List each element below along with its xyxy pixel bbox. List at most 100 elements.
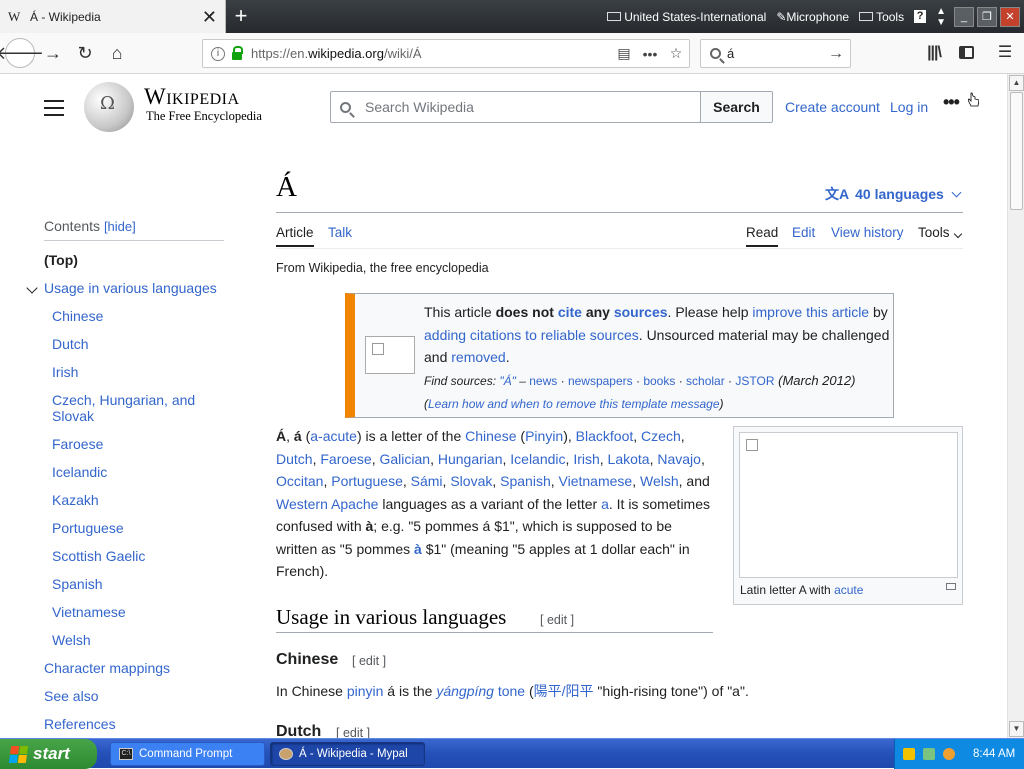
section-edit-link[interactable]: [ edit ]: [540, 613, 574, 627]
toc-item-see-also[interactable]: See also: [44, 688, 98, 704]
a-grave-link[interactable]: à: [414, 541, 422, 557]
lang-link-spanish[interactable]: Spanish: [500, 473, 551, 489]
forward-button[interactable]: →: [38, 38, 68, 68]
enlarge-icon[interactable]: [946, 583, 956, 590]
scroll-up-icon[interactable]: ▲: [1009, 75, 1024, 91]
search-go-icon[interactable]: →: [828, 45, 850, 63]
page-actions-icon[interactable]: •••: [637, 46, 663, 62]
lang-link-faroese[interactable]: Faroese: [320, 451, 371, 467]
adding-citations-link[interactable]: adding citations to reliable sources: [424, 327, 639, 343]
toc-hide-link[interactable]: [hide]: [104, 219, 136, 234]
wikipedia-globe-logo[interactable]: [84, 82, 134, 132]
wiki-search-box[interactable]: [330, 91, 701, 123]
toc-item-scottish-gaelic[interactable]: Scottish Gaelic: [52, 548, 145, 564]
lang-link-czech[interactable]: Czech: [641, 428, 681, 444]
bookmark-star-icon[interactable]: ☆: [663, 45, 689, 62]
start-button[interactable]: start: [0, 739, 97, 769]
info-icon[interactable]: i: [211, 46, 225, 61]
cite-link[interactable]: cite: [558, 304, 582, 320]
taskbar-mypal[interactable]: Á - Wikipedia - Mypal: [270, 742, 425, 766]
lang-link-irish[interactable]: Irish: [573, 451, 599, 467]
tools-button[interactable]: Tools: [859, 10, 904, 24]
search-tray-icon[interactable]: [943, 748, 955, 760]
lang-link-galician[interactable]: Galician: [380, 451, 431, 467]
reader-view-icon[interactable]: ▤: [611, 45, 637, 62]
toc-item-top[interactable]: (Top): [44, 252, 78, 268]
tab-close-icon[interactable]: ✕: [202, 8, 217, 26]
lang-link-slovak[interactable]: Slovak: [450, 473, 492, 489]
window-close-button[interactable]: ✕: [1000, 6, 1020, 27]
log-in-link[interactable]: Log in: [890, 99, 928, 115]
toc-item-welsh[interactable]: Welsh: [52, 632, 91, 648]
scroll-thumb[interactable]: [1010, 92, 1023, 210]
main-menu-icon[interactable]: [44, 100, 64, 121]
toc-item-irish[interactable]: Irish: [52, 364, 78, 380]
back-button[interactable]: 🡐: [0, 38, 44, 68]
lang-link-pinyin[interactable]: Pinyin: [525, 428, 563, 444]
language-selector[interactable]: 文A 40 languages: [825, 184, 962, 204]
chinese-characters-link[interactable]: 陽平/阳平: [534, 683, 594, 699]
news-link[interactable]: news: [529, 374, 557, 388]
tone-link[interactable]: tone: [498, 683, 525, 699]
minimize-button[interactable]: _: [954, 6, 974, 27]
pinyin-link[interactable]: pinyin: [347, 683, 384, 699]
toc-item-chinese[interactable]: Chinese: [52, 308, 103, 324]
improve-article-link[interactable]: improve this article: [752, 304, 869, 320]
toc-item-dutch[interactable]: Dutch: [52, 336, 89, 352]
chevron-down-icon[interactable]: [26, 282, 38, 294]
scholar-link[interactable]: scholar: [686, 374, 725, 388]
sources-link[interactable]: sources: [614, 304, 668, 320]
find-query-link[interactable]: "Á": [499, 374, 516, 388]
address-bar[interactable]: i https://en.wikipedia.org/wiki/Á ▤ ••• …: [202, 39, 690, 68]
lang-link-sami[interactable]: Sámi: [411, 473, 443, 489]
browser-tab-active[interactable]: W Á - Wikipedia ✕: [0, 0, 226, 33]
user-menu-more-icon[interactable]: •••: [943, 92, 960, 113]
home-button[interactable]: ⌂: [102, 38, 132, 68]
library-icon[interactable]: |||\: [922, 41, 946, 65]
toc-item-spanish[interactable]: Spanish: [52, 576, 103, 592]
subsection-edit-link-chinese[interactable]: [ edit ]: [352, 654, 386, 668]
url-text[interactable]: https://en.wikipedia.org/wiki/Á: [251, 46, 611, 61]
infobox-image[interactable]: [739, 432, 958, 578]
jstor-link[interactable]: JSTOR: [735, 374, 774, 388]
lang-link-icelandic[interactable]: Icelandic: [510, 451, 565, 467]
scroll-down-icon[interactable]: ▼: [1009, 721, 1024, 737]
wikipedia-wordmark[interactable]: Wikipedia: [144, 84, 240, 110]
browser-search-bar[interactable]: á →: [700, 39, 851, 68]
create-account-link[interactable]: Create account: [785, 99, 880, 115]
microphone-button[interactable]: ✎ Microphone: [776, 10, 849, 24]
sidebar-icon[interactable]: [954, 41, 978, 65]
lang-link-blackfoot[interactable]: Blackfoot: [576, 428, 634, 444]
menu-icon[interactable]: ☰: [993, 41, 1017, 65]
letter-a-link[interactable]: a: [601, 496, 609, 512]
toc-item-character-mappings[interactable]: Character mappings: [44, 660, 170, 676]
tab-edit[interactable]: Edit: [792, 225, 815, 240]
lang-link-chinese[interactable]: Chinese: [465, 428, 516, 444]
wiki-search-button[interactable]: Search: [700, 91, 773, 123]
lang-link-hungarian[interactable]: Hungarian: [438, 451, 503, 467]
lang-link-welsh[interactable]: Welsh: [640, 473, 679, 489]
taskbar-command-prompt[interactable]: C:\ Command Prompt: [110, 742, 265, 766]
toc-item-references[interactable]: References: [44, 716, 116, 732]
tab-article[interactable]: Article: [276, 225, 314, 247]
vertical-scrollbar[interactable]: ▲ ▼: [1007, 74, 1024, 738]
removed-link[interactable]: removed: [451, 349, 505, 365]
learn-remove-link[interactable]: Learn how and when to remove this templa…: [428, 397, 720, 411]
help-icon[interactable]: ?: [914, 10, 927, 23]
acute-link[interactable]: acute: [834, 583, 863, 597]
tab-tools[interactable]: Tools: [918, 225, 962, 240]
toc-item-czech-hungarian-slovak[interactable]: Czech, Hungarian, and Slovak: [52, 392, 212, 424]
toc-item-faroese[interactable]: Faroese: [52, 436, 103, 452]
restore-button[interactable]: ❐: [977, 6, 997, 27]
browser-search-input[interactable]: á: [721, 46, 828, 61]
lang-link-navajo[interactable]: Navajo: [657, 451, 701, 467]
security-shield-icon[interactable]: [903, 748, 915, 760]
tab-talk[interactable]: Talk: [328, 225, 352, 240]
a-acute-link[interactable]: a-acute: [310, 428, 357, 444]
toc-item-kazakh[interactable]: Kazakh: [52, 492, 99, 508]
tab-read[interactable]: Read: [746, 225, 779, 247]
network-icon[interactable]: [923, 748, 935, 760]
reload-button[interactable]: ↻: [70, 38, 100, 68]
subsection-edit-link-dutch[interactable]: [ edit ]: [336, 726, 370, 738]
toc-item-icelandic[interactable]: Icelandic: [52, 464, 107, 480]
